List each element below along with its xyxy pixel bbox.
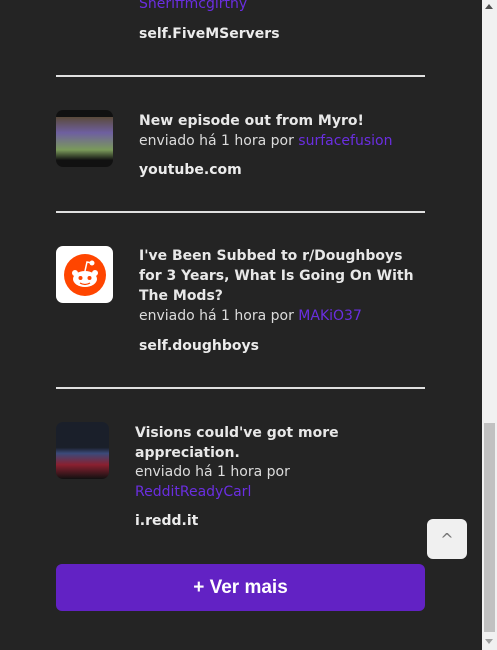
divider: [56, 211, 425, 213]
load-more-button[interactable]: + Ver mais: [56, 564, 425, 611]
post-title-line: appreciation.: [135, 445, 240, 461]
post-author-link[interactable]: RedditReadyCarl: [135, 484, 251, 500]
divider: [56, 387, 425, 389]
post-meta-text: enviado há 1 hora por: [139, 133, 294, 149]
post-meta-text: enviado há 1 hora por: [135, 464, 290, 480]
post-meta-text: enviado há 1 hora por: [139, 308, 294, 324]
post-author-link[interactable]: MAKiO37: [298, 308, 362, 324]
post-thumbnail[interactable]: [56, 422, 109, 479]
divider: [56, 75, 425, 77]
reddit-logo-icon[interactable]: [56, 246, 113, 303]
post-meta: enviado há 1 hora por RedditReadyCarl: [135, 462, 290, 502]
post-meta: enviado há 1 hora por MAKiO37: [139, 306, 362, 326]
scroll-to-top-button[interactable]: ^: [427, 519, 467, 559]
scroll-up-arrow-icon[interactable]: [485, 4, 493, 9]
post-domain[interactable]: i.redd.it: [135, 511, 198, 531]
scroll-down-arrow-icon[interactable]: [485, 639, 493, 644]
post-title[interactable]: I've Been Subbed to r/Doughboys for 3 Ye…: [139, 246, 414, 306]
post-domain[interactable]: self.FiveMServers: [139, 24, 280, 44]
post-title[interactable]: New episode out from Myro!: [139, 111, 364, 131]
post-feed: Sheriffmcgirthy self.FiveMServers New ep…: [0, 0, 482, 650]
post-title-line: I've Been Subbed to r/Doughboys: [139, 248, 403, 264]
post-title-line: for 3 Years, What Is Going On With: [139, 268, 414, 284]
post-thumbnail[interactable]: [56, 110, 113, 167]
post-title-line: Visions could've got more: [135, 425, 339, 441]
scrollbar-thumb[interactable]: [484, 423, 495, 632]
post-author-link[interactable]: Sheriffmcgirthy: [139, 0, 247, 14]
post-author-link[interactable]: surfacefusion: [298, 133, 392, 149]
post-title[interactable]: Visions could've got more appreciation.: [135, 423, 339, 463]
post-domain[interactable]: youtube.com: [139, 160, 242, 180]
post-domain[interactable]: self.doughboys: [139, 336, 259, 356]
post-meta: enviado há 1 hora por surfacefusion: [139, 131, 392, 151]
post-title-line: The Mods?: [139, 288, 223, 304]
